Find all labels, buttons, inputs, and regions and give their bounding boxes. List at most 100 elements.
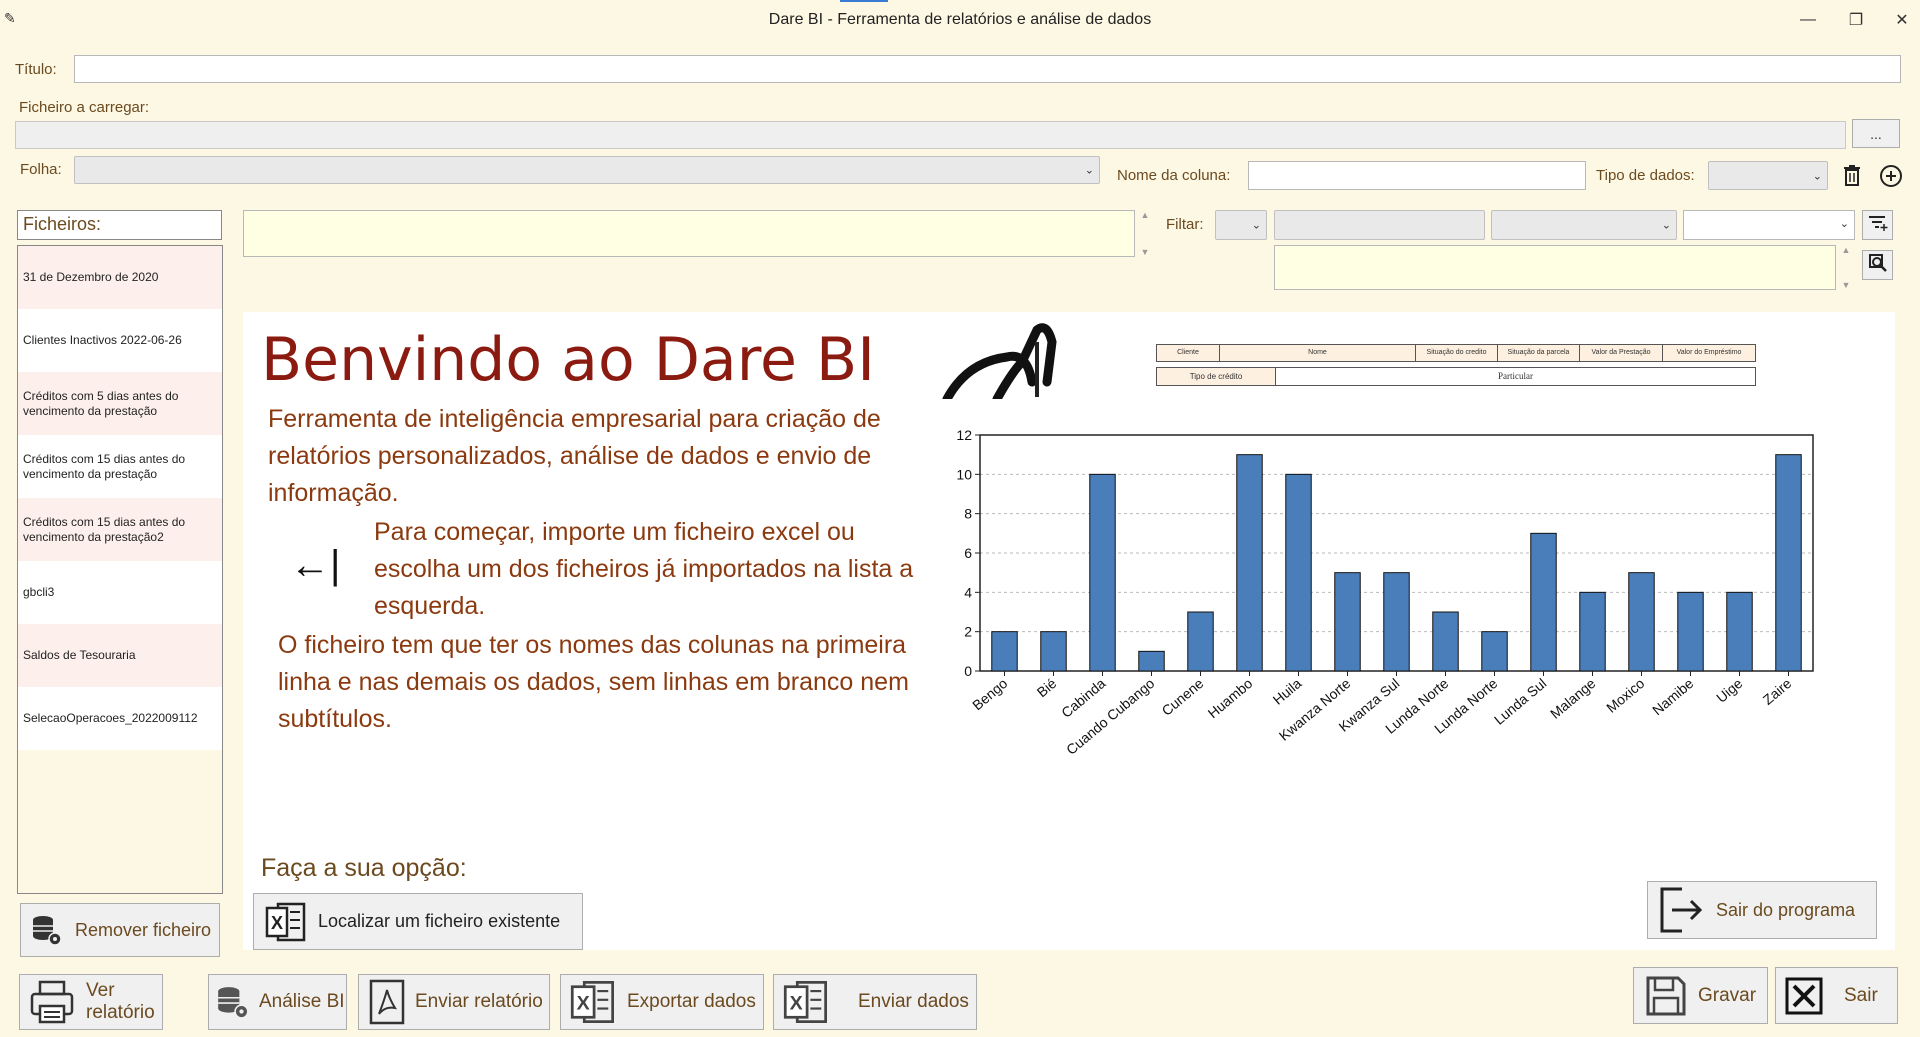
nome-coluna-label: Nome da coluna: [1117, 167, 1231, 184]
list-item[interactable]: Créditos com 15 dias antes do vencimento… [18, 498, 222, 561]
x-tick-label: Moxico [1603, 675, 1647, 716]
filter-add-icon [1868, 214, 1888, 237]
bi-analysis-label: Análise BI [259, 991, 345, 1012]
chart-bar [1040, 631, 1067, 672]
nome-coluna-input[interactable] [1248, 161, 1586, 190]
x-tick-label: Zaire [1760, 675, 1795, 708]
textarea-scrollbar[interactable]: ▲ ▼ [1138, 210, 1152, 257]
x-tick-label: Bengo [969, 675, 1010, 713]
exit-icon [1658, 885, 1704, 935]
list-item[interactable]: Créditos com 15 dias antes do vencimento… [18, 435, 222, 498]
add-column-icon[interactable] [1879, 164, 1903, 188]
filter-value-select[interactable]: ⌄ [1683, 210, 1855, 240]
list-item[interactable]: gbcli3 [18, 561, 222, 624]
browse-button[interactable]: ... [1852, 119, 1900, 148]
pdf-icon [367, 978, 407, 1026]
list-item[interactable]: 31 de Dezembro de 2020 [18, 246, 222, 309]
svg-text:X: X [790, 993, 803, 1015]
filter-field-input[interactable] [1274, 210, 1485, 240]
option-label: Faça a sua opção: [261, 854, 467, 882]
table-cell: Tipo de crédito [1157, 368, 1276, 385]
remove-file-label: Remover ficheiro [75, 919, 212, 940]
x-tick-label: Namibe [1649, 675, 1696, 718]
x-tick-label: Huambo [1205, 675, 1256, 721]
table-header: Situação da parcela [1498, 345, 1580, 361]
chart-bar [1579, 591, 1606, 672]
table-header: Nome [1220, 345, 1416, 361]
list-item[interactable]: Clientes Inactivos 2022-06-26 [18, 309, 222, 372]
logo-image [937, 322, 1102, 404]
x-tick-label: Huila [1270, 675, 1305, 708]
export-data-button[interactable]: X Exportar dados [560, 974, 764, 1030]
x-tick-label: Cunene [1159, 675, 1207, 719]
chart-bar [1677, 591, 1704, 672]
locate-file-button[interactable]: X Localizar um ficheiro existente [253, 893, 583, 950]
list-item[interactable]: SelecaoOperacoes_2022009112 [18, 687, 222, 750]
list-item[interactable]: Saldos de Tesouraria [18, 624, 222, 687]
send-data-button[interactable]: X Enviar dados [773, 974, 977, 1030]
x-tick-label: Uige [1713, 675, 1746, 706]
arrow-left-icon: ←| [290, 543, 341, 587]
bi-analysis-button[interactable]: Análise BI [208, 974, 347, 1030]
filter-expression-box[interactable] [1274, 245, 1836, 290]
chevron-down-icon: ⌄ [1812, 170, 1822, 182]
chart-bar [1481, 631, 1508, 672]
folha-label: Folha: [20, 161, 62, 178]
y-tick-label: 12 [956, 427, 972, 443]
x-tick-label: Cuando Cubango [1063, 675, 1158, 758]
file-list[interactable]: 31 de Dezembro de 2020 Clientes Inactivo… [17, 245, 223, 894]
ficheiro-label: Ficheiro a carregar: [19, 99, 150, 116]
sidebar-header: Ficheiros: [17, 210, 222, 240]
send-report-label: Enviar relatório [415, 991, 543, 1012]
welcome-intro: Ferramenta de inteligência empresarial p… [268, 405, 881, 507]
send-data-label: Enviar dados [858, 991, 969, 1012]
x-tick-label: Bié [1034, 675, 1060, 700]
exit-program-button[interactable]: Sair do programa [1647, 881, 1877, 939]
search-icon [1868, 253, 1888, 278]
preview-table: Cliente Nome Situação do credito Situaçã… [1156, 344, 1756, 386]
format-note: O ficheiro tem que ter os nomes das colu… [278, 631, 909, 733]
database-settings-icon [215, 984, 251, 1020]
chart-bar [1628, 572, 1655, 672]
sql-textarea[interactable] [243, 210, 1135, 257]
ficheiro-input[interactable] [15, 121, 1846, 149]
y-tick-label: 6 [964, 545, 972, 561]
filter-operator-select[interactable]: ⌄ [1215, 210, 1267, 240]
exit-button[interactable]: Sair [1775, 967, 1898, 1024]
remove-file-button[interactable]: Remover ficheiro [20, 903, 220, 957]
start-instructions: Para começar, importe um ficheiro excel … [374, 518, 914, 620]
save-icon [1644, 974, 1688, 1018]
filter-condition-select[interactable]: ⌄ [1491, 210, 1677, 240]
svg-text:X: X [577, 993, 590, 1015]
chart-bar [1138, 650, 1165, 672]
delete-column-icon[interactable] [1842, 164, 1862, 188]
save-button[interactable]: Gravar [1633, 967, 1768, 1024]
view-report-button[interactable]: Ver relatório [19, 974, 163, 1030]
titulo-input[interactable] [74, 55, 1901, 83]
svg-text:X: X [271, 913, 283, 933]
chart-bar [1236, 454, 1263, 672]
welcome-heading: Benvindo ao Dare BI [261, 325, 875, 395]
close-button[interactable]: ✕ [1882, 6, 1920, 34]
close-icon [1784, 976, 1824, 1016]
maximize-button[interactable]: ❐ [1836, 6, 1876, 34]
exit-program-label: Sair do programa [1716, 899, 1856, 920]
list-item[interactable]: Créditos com 5 dias antes do vencimento … [18, 372, 222, 435]
view-report-label: Ver relatório [86, 980, 155, 1023]
folha-select[interactable]: ⌄ [74, 156, 1100, 184]
tipo-dados-select[interactable]: ⌄ [1708, 161, 1828, 190]
filter-scrollbar[interactable]: ▲ ▼ [1839, 245, 1853, 290]
window-title: Dare BI - Ferramenta de relatórios e aná… [768, 11, 1152, 28]
apply-filter-button[interactable] [1862, 250, 1893, 280]
add-filter-button[interactable] [1862, 210, 1893, 240]
x-tick-label: Malange [1547, 675, 1599, 722]
minimize-button[interactable]: — [1788, 6, 1828, 34]
chart-bar [1334, 572, 1361, 672]
y-tick-label: 4 [964, 584, 972, 600]
focus-indicator [840, 0, 888, 2]
save-label: Gravar [1698, 984, 1757, 1006]
send-report-button[interactable]: Enviar relatório [358, 974, 550, 1030]
chart-bar [1383, 572, 1410, 672]
table-header: Valor do Empréstimo [1676, 349, 1742, 356]
app-icon: ✎ [4, 10, 16, 26]
